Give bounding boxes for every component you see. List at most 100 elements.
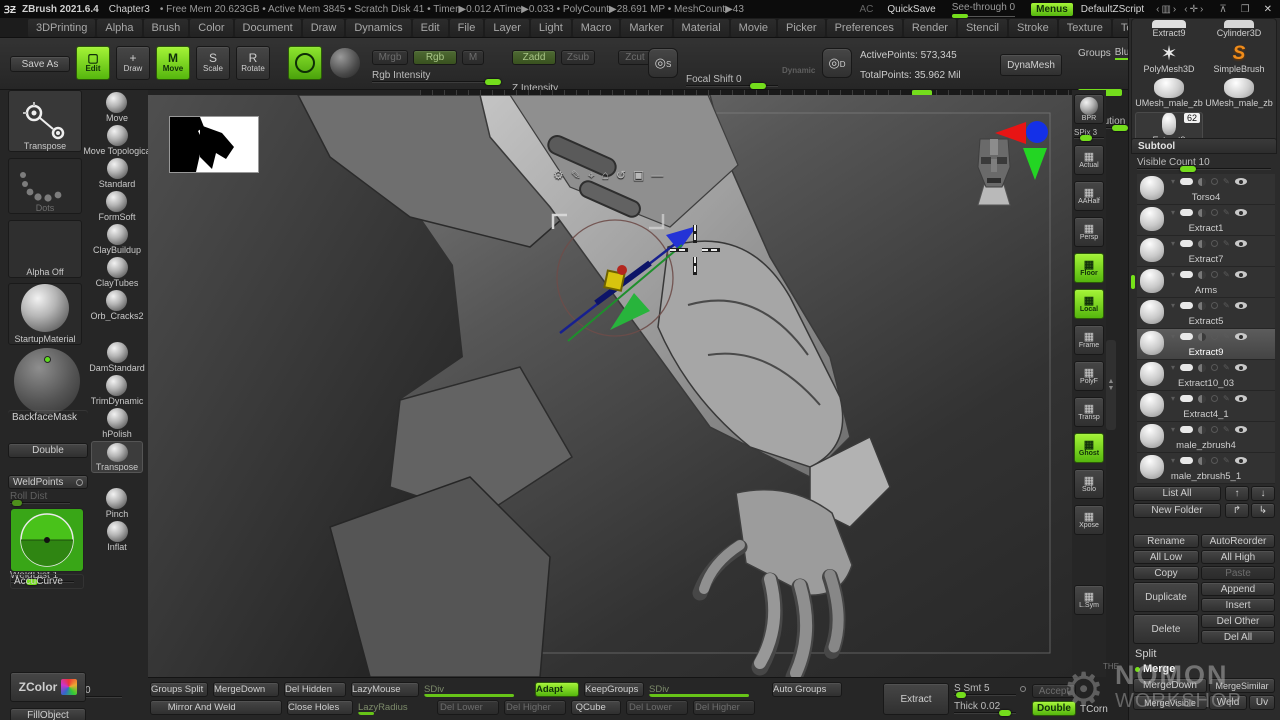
- polypaint-pill-icon[interactable]: [1180, 240, 1193, 247]
- tcorn-label[interactable]: TCorn: [1080, 704, 1108, 715]
- subtool-item[interactable]: ▾ ✎ Extract10_03: [1137, 360, 1275, 391]
- view-toggle-button[interactable]: ▦ L.Sym: [1074, 585, 1104, 615]
- roll-dist-slider[interactable]: Roll Dist: [10, 491, 70, 504]
- zadd-button[interactable]: Zadd: [512, 50, 556, 65]
- alpha-slot-icon[interactable]: ◎D: [822, 48, 852, 78]
- tool-slot[interactable]: S SimpleBrush: [1205, 44, 1273, 74]
- delete-button[interactable]: Delete: [1133, 614, 1199, 644]
- expand-arrow-icon[interactable]: ▾: [1171, 456, 1175, 465]
- subtool-item[interactable]: ▾ ✎ Extract4_1: [1137, 391, 1275, 422]
- merge-similar-button[interactable]: MergeSimilar: [1209, 678, 1275, 693]
- visibility-eye-icon[interactable]: [1235, 457, 1247, 464]
- bottom-button[interactable]: Del Higher: [504, 700, 566, 715]
- close-button[interactable]: ✕: [1264, 4, 1272, 15]
- visibility-eye-icon[interactable]: [1235, 240, 1247, 247]
- tool-slot[interactable]: UMesh_male_zb: [1135, 78, 1203, 108]
- expand-arrow-icon[interactable]: ▾: [1171, 425, 1175, 434]
- brush-item[interactable]: Move Topologica: [83, 125, 150, 157]
- gizmo-reset-icon[interactable]: ↺: [616, 168, 626, 183]
- brush-icon[interactable]: ✎: [1223, 270, 1230, 279]
- gizmo-customize-icon[interactable]: ✎: [571, 168, 581, 183]
- expand-arrow-icon[interactable]: ▾: [1171, 394, 1175, 403]
- view-toggle-button[interactable]: Dynamic ▦ Solo: [1074, 469, 1104, 499]
- brush-icon[interactable]: ✎: [1223, 208, 1230, 217]
- bottom-button[interactable]: Adapt: [535, 682, 579, 697]
- copy-button[interactable]: Copy: [1133, 566, 1199, 580]
- bpr-button[interactable]: BPR: [1074, 94, 1104, 124]
- brush-item[interactable]: Standard: [99, 158, 136, 190]
- subtool-header[interactable]: Subtool: [1131, 138, 1277, 154]
- append-button[interactable]: Append: [1201, 582, 1275, 596]
- stroke-type-tile[interactable]: Dots: [8, 158, 82, 214]
- ring-icon[interactable]: [1211, 209, 1218, 216]
- see-through-thumb[interactable]: [952, 14, 968, 18]
- merge-section-label[interactable]: Merge: [1135, 663, 1175, 675]
- menu-item[interactable]: Preferences: [827, 19, 902, 37]
- menu-item[interactable]: Light: [531, 19, 571, 37]
- material-sphere-icon[interactable]: [330, 48, 360, 78]
- menu-item[interactable]: Movie: [731, 19, 776, 37]
- bottom-button[interactable]: MergeDown: [213, 682, 279, 697]
- tool-slot[interactable]: ✶ PolyMesh3D: [1135, 44, 1203, 74]
- expand-arrow-icon[interactable]: ▾: [1171, 363, 1175, 372]
- bottom-button[interactable]: SDiv: [424, 682, 530, 697]
- halftone-icon[interactable]: [1198, 240, 1206, 248]
- ring-icon[interactable]: [1211, 302, 1218, 309]
- double-button[interactable]: Double: [8, 443, 88, 458]
- bottom-button[interactable]: Del Higher: [693, 700, 755, 715]
- tool-cluster-icons[interactable]: ‹✛›: [1184, 4, 1205, 15]
- menu-item[interactable]: Dynamics: [346, 19, 410, 37]
- gizmo-red-dot[interactable]: [617, 265, 627, 275]
- polypaint-pill-icon[interactable]: [1180, 395, 1193, 402]
- tool-slot[interactable]: UMesh_male_zb: [1205, 78, 1273, 108]
- visibility-eye-icon[interactable]: [1235, 209, 1247, 216]
- rgb-button[interactable]: Rgb: [413, 50, 457, 65]
- spix-slider[interactable]: SPix 3: [1074, 128, 1104, 139]
- fill-object-button[interactable]: FillObject: [10, 708, 86, 720]
- bottom-button[interactable]: SDiv: [649, 682, 767, 697]
- expand-arrow-icon[interactable]: ▾: [1171, 270, 1175, 279]
- weld-points-button[interactable]: WeldPoints: [8, 475, 88, 489]
- ring-icon[interactable]: [1211, 395, 1218, 402]
- subtool-item[interactable]: ▾ ✎ Extract1: [1137, 205, 1275, 236]
- tool-slot[interactable]: Extract9: [1135, 20, 1203, 38]
- brush-icon[interactable]: ✎: [1223, 301, 1230, 310]
- double-extract-button[interactable]: Double: [1032, 701, 1076, 716]
- brush-icon[interactable]: ✎: [1223, 425, 1230, 434]
- brush-icon[interactable]: ✎: [1223, 177, 1230, 186]
- expand-arrow-icon[interactable]: ▾: [1171, 208, 1175, 217]
- gizmo-gear-icon[interactable]: ⚙: [553, 168, 564, 183]
- view-toggle-button[interactable]: ▦ Floor: [1074, 253, 1104, 283]
- del-all-button[interactable]: Del All: [1201, 630, 1275, 644]
- visible-count-slider[interactable]: Visible Count 10: [1137, 157, 1271, 170]
- menu-item[interactable]: Layer: [485, 19, 529, 37]
- brush-item[interactable]: DamStandard: [89, 342, 145, 374]
- bottom-button[interactable]: KeepGroups: [584, 682, 644, 697]
- mode-button[interactable]: M Move: [156, 46, 190, 80]
- expand-arrow-icon[interactable]: ▾: [1171, 301, 1175, 310]
- brush-icon[interactable]: ✎: [1223, 363, 1230, 372]
- ring-icon[interactable]: [1211, 271, 1218, 278]
- bottom-button[interactable]: LazyRadius: [358, 700, 432, 715]
- tool-slot[interactable]: Cylinder3D: [1205, 20, 1273, 38]
- visibility-eye-icon[interactable]: [1235, 178, 1247, 185]
- menu-item[interactable]: Picker: [778, 19, 825, 37]
- extract-button[interactable]: Extract: [883, 683, 949, 715]
- bottom-button[interactable]: Close Holes: [287, 700, 353, 715]
- polypaint-pill-icon[interactable]: [1180, 178, 1193, 185]
- axis-orientation-widget[interactable]: [995, 118, 1051, 180]
- halftone-icon[interactable]: [1198, 395, 1206, 403]
- ring-icon[interactable]: [1211, 457, 1218, 464]
- restore-button[interactable]: ❐: [1241, 4, 1250, 15]
- zcut-button[interactable]: Zcut: [618, 50, 652, 65]
- move-up-button[interactable]: ↑: [1225, 486, 1249, 501]
- view-toggle-button[interactable]: Dynamic ▦ Persp: [1074, 217, 1104, 247]
- view-toggle-button[interactable]: ▦ Ghost: [1074, 433, 1104, 463]
- smt-radial-icon[interactable]: [1020, 686, 1026, 692]
- brush-icon[interactable]: ✎: [1223, 239, 1230, 248]
- menu-item[interactable]: Macro: [573, 19, 620, 37]
- zsub-button[interactable]: Zsub: [561, 50, 595, 65]
- ring-icon[interactable]: [1211, 178, 1218, 185]
- subtool-item[interactable]: ▾ ✎ male_zbrush5_1: [1137, 453, 1275, 484]
- dynamesh-button[interactable]: DynaMesh: [1000, 54, 1062, 76]
